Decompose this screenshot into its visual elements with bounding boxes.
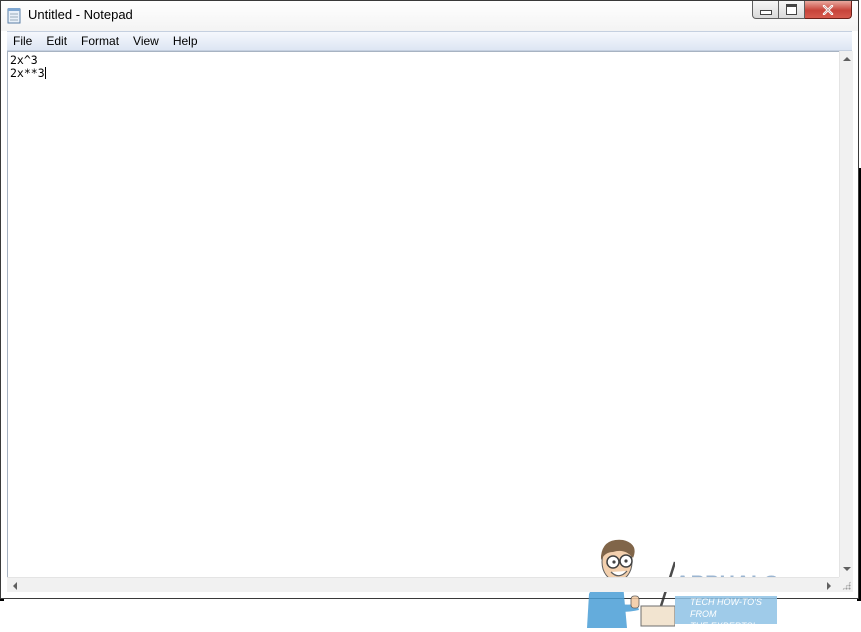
watermark-tagline-line: TECH HOW-TO'S FROM xyxy=(690,597,762,619)
menu-view[interactable]: View xyxy=(126,32,166,50)
text-caret xyxy=(44,67,46,79)
maximize-icon xyxy=(786,4,797,15)
text-editor[interactable]: 2x^3 2x**3 TECH HOW-TO'S FROM THE EXPERT… xyxy=(7,51,839,631)
watermark-tagline: TECH HOW-TO'S FROM THE EXPERTS! xyxy=(675,596,777,631)
watermark-tagline-line: THE EXPERTS! xyxy=(690,621,755,631)
scroll-right-icon[interactable] xyxy=(827,582,831,590)
notepad-icon[interactable] xyxy=(7,7,21,24)
resize-grip-icon xyxy=(842,581,851,590)
menu-format[interactable]: Format xyxy=(74,32,126,50)
close-button[interactable] xyxy=(805,1,852,19)
title-bar[interactable]: Untitled - Notepad xyxy=(1,1,858,31)
horizontal-scrollbar[interactable] xyxy=(7,577,839,592)
close-icon xyxy=(822,4,834,15)
scroll-left-icon[interactable] xyxy=(13,582,17,590)
window-title: Untitled - Notepad xyxy=(28,7,133,22)
minimize-icon xyxy=(759,10,772,15)
menu-file[interactable]: File xyxy=(7,32,39,50)
scroll-down-icon[interactable] xyxy=(843,567,851,571)
menu-edit[interactable]: Edit xyxy=(39,32,74,50)
editor-line: 2x**3 xyxy=(10,66,45,80)
menu-bar: File Edit Format View Help xyxy=(7,31,852,51)
caption-buttons xyxy=(752,1,852,21)
scroll-up-icon[interactable] xyxy=(843,57,851,61)
minimize-button[interactable] xyxy=(752,1,779,19)
editor-line: 2x^3 xyxy=(10,53,38,67)
resize-grip[interactable] xyxy=(839,577,853,592)
menu-help[interactable]: Help xyxy=(166,32,205,50)
vertical-scrollbar[interactable] xyxy=(839,51,853,577)
editor-text[interactable]: 2x^3 2x**3 xyxy=(10,54,46,80)
notepad-window: Untitled - Notepad File Edit Format View… xyxy=(0,0,859,631)
maximize-button[interactable] xyxy=(779,1,805,19)
